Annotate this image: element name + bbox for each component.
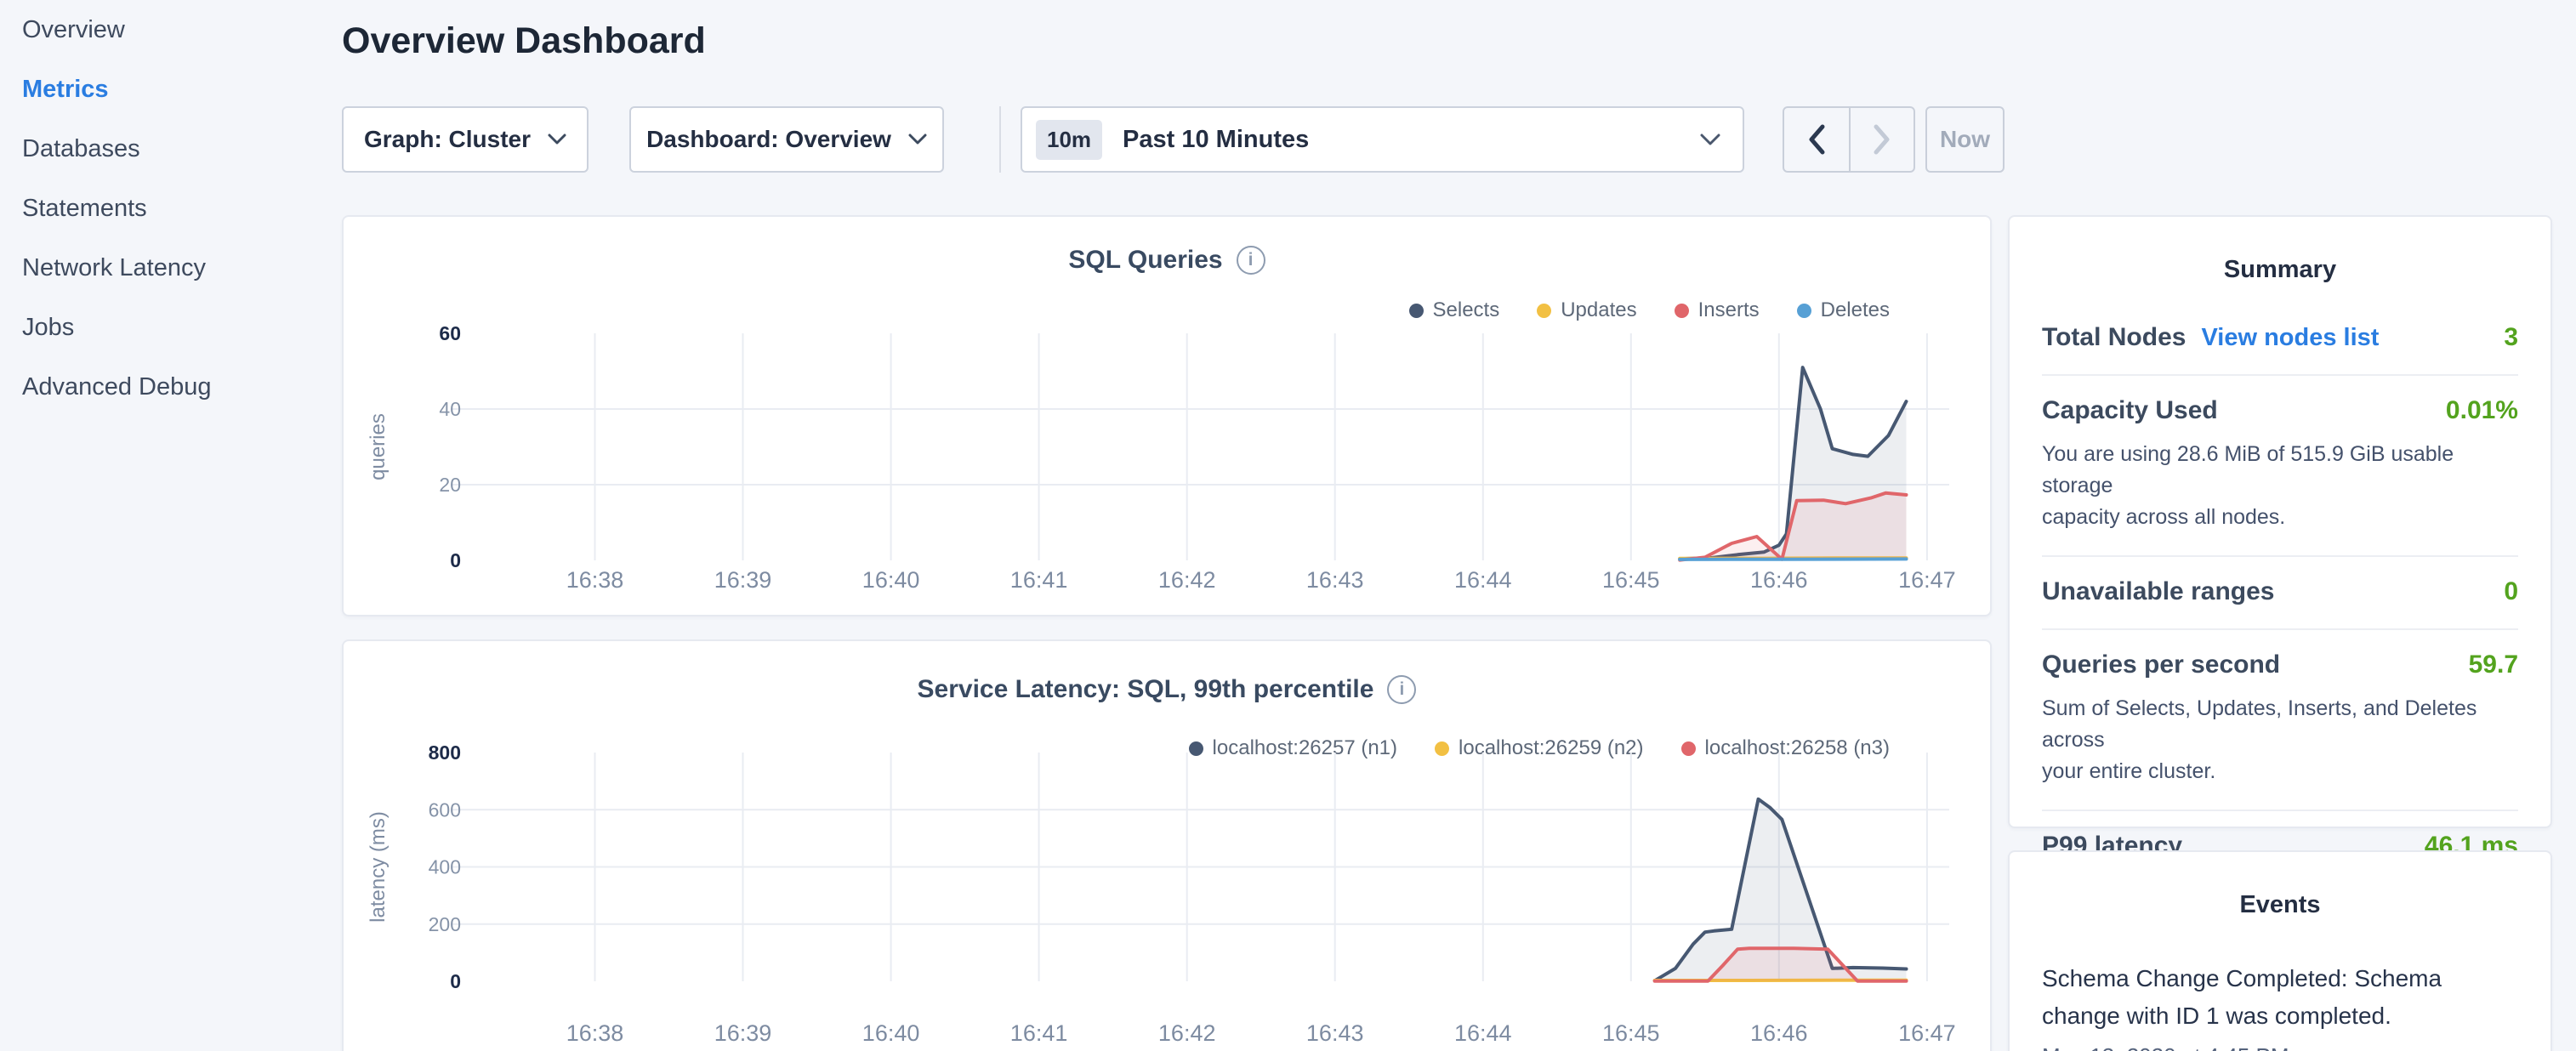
chevron-down-icon: [1700, 134, 1720, 146]
summary-row-subtext: You are using 28.6 MiB of 515.9 GiB usab…: [2042, 439, 2518, 533]
y-axis-tick-label: 800: [429, 741, 461, 764]
controls-divider: [999, 106, 1001, 173]
info-icon[interactable]: i: [1237, 246, 1265, 275]
x-axis-tick-label: 16:39: [714, 567, 772, 593]
sidebar-item-metrics[interactable]: Metrics: [0, 60, 323, 119]
summary-row-label: Queries per second: [2042, 650, 2280, 679]
summary-row-unavailable-ranges: Unavailable ranges 0: [2042, 557, 2518, 630]
summary-row-value: 59.7: [2469, 650, 2518, 679]
chart-card-service-latency: Service Latency: SQL, 99th percentile i …: [342, 639, 1992, 1051]
info-icon[interactable]: i: [1387, 675, 1416, 704]
chevron-left-icon: [1807, 123, 1826, 156]
event-timestamp: May 13, 2020 at 4:45 PM: [2042, 1043, 2518, 1051]
time-step-button-group: [1783, 106, 1915, 173]
time-forward-button[interactable]: [1849, 108, 1914, 171]
summary-row-label: Total Nodes: [2042, 323, 2186, 352]
x-axis-tick-label: 16:44: [1454, 1020, 1512, 1046]
sidebar-item-advanced-debug[interactable]: Advanced Debug: [0, 357, 323, 417]
x-axis-tick-label: 16:47: [1898, 567, 1956, 593]
x-axis-tick-label: 16:43: [1306, 1020, 1364, 1046]
x-axis-tick-label: 16:38: [566, 567, 624, 593]
chevron-down-icon: [548, 134, 566, 145]
graph-scope-dropdown-label: Graph: Cluster: [364, 126, 531, 153]
y-axis-unit-label: latency (ms): [367, 811, 390, 923]
events-panel: Events Schema Change Completed: Schema c…: [2008, 850, 2552, 1051]
event-item[interactable]: Schema Change Completed: Schema change w…: [2042, 960, 2518, 1051]
events-title: Events: [2010, 891, 2550, 919]
y-axis-tick-label: 200: [429, 913, 461, 935]
sidebar-nav-list: OverviewMetricsDatabasesStatementsNetwor…: [0, 0, 323, 417]
series-line-deletes: [1680, 559, 1906, 560]
summary-title: Summary: [2010, 256, 2550, 284]
x-axis-tick-label: 16:41: [1010, 567, 1068, 593]
chart-plot-sql-queries[interactable]: 16:38 16:39 16:40 16:41 16:42 16:43 16:44 16:45…: [344, 302, 1993, 616]
x-axis-tick-label: 16:41: [1010, 1020, 1068, 1046]
graph-scope-dropdown[interactable]: Graph: Cluster: [342, 106, 589, 173]
summary-row-value: 3: [2504, 323, 2518, 352]
x-axis-tick-label: 16:46: [1750, 1020, 1808, 1046]
summary-row-total-nodes: Total Nodes View nodes list 3: [2042, 303, 2518, 376]
summary-row-value: 0.01%: [2446, 396, 2518, 425]
summary-row-label: Capacity Used: [2042, 396, 2218, 425]
sidebar-item-databases[interactable]: Databases: [0, 119, 323, 179]
x-axis-tick-label: 16:42: [1158, 567, 1216, 593]
chart-title-row: SQL Queries i: [344, 246, 1990, 275]
y-axis-tick-label: 40: [439, 398, 461, 420]
time-range-label: Past 10 Minutes: [1123, 126, 1700, 154]
now-button[interactable]: Now: [1925, 106, 2005, 173]
x-axis-tick-label: 16:45: [1602, 567, 1660, 593]
x-axis-tick-label: 16:42: [1158, 1020, 1216, 1046]
summary-row-value: 0: [2504, 577, 2518, 606]
sidebar-item-jobs[interactable]: Jobs: [0, 298, 323, 357]
x-axis-tick-label: 16:39: [714, 1020, 772, 1046]
view-nodes-list-link[interactable]: View nodes list: [2201, 324, 2379, 352]
y-axis-tick-label: 400: [429, 856, 461, 878]
summary-panel: Summary Total Nodes View nodes list 3 Capac…: [2008, 215, 2552, 828]
time-range-badge: 10m: [1036, 120, 1102, 160]
summary-rows: Total Nodes View nodes list 3 Capacity Used…: [2010, 284, 2550, 883]
x-axis-tick-label: 16:46: [1750, 567, 1808, 593]
summary-row-subtext: Sum of Selects, Updates, Inserts, and De…: [2042, 693, 2518, 787]
event-text: Schema Change Completed: Schema change w…: [2042, 960, 2518, 1035]
x-axis-tick-label: 16:45: [1602, 1020, 1660, 1046]
time-range-dropdown[interactable]: 10m Past 10 Minutes: [1021, 106, 1744, 173]
time-back-button[interactable]: [1784, 108, 1849, 171]
chart-card-sql-queries: SQL Queries i SelectsUpdatesInsertsDelet…: [342, 215, 1992, 616]
summary-row-queries-per-second: Queries per second 59.7 Sum of Selects, Up…: [2042, 630, 2518, 811]
chevron-down-icon: [908, 134, 927, 145]
dashboard-dropdown[interactable]: Dashboard: Overview: [629, 106, 944, 173]
y-axis-tick-label: 0: [450, 970, 461, 992]
x-axis-tick-label: 16:43: [1306, 567, 1364, 593]
sidebar: OverviewMetricsDatabasesStatementsNetwor…: [0, 0, 323, 417]
summary-row-label: Unavailable ranges: [2042, 577, 2274, 606]
x-axis-tick-label: 16:44: [1454, 567, 1512, 593]
summary-row-capacity-used: Capacity Used 0.01% You are using 28.6 MiB…: [2042, 376, 2518, 557]
events-list: Schema Change Completed: Schema change w…: [2010, 919, 2550, 1051]
x-axis-tick-label: 16:47: [1898, 1020, 1956, 1046]
metrics-dashboard-page: OverviewMetricsDatabasesStatementsNetwor…: [0, 0, 2576, 1051]
y-axis-tick-label: 0: [450, 549, 461, 571]
sidebar-item-network-latency[interactable]: Network Latency: [0, 238, 323, 298]
y-axis-tick-label: 20: [439, 474, 461, 496]
x-axis-tick-label: 16:38: [566, 1020, 624, 1046]
y-axis-unit-label: queries: [367, 413, 390, 480]
chart-title-row: Service Latency: SQL, 99th percentile i: [344, 675, 1990, 704]
chart-title: SQL Queries: [1068, 246, 1222, 275]
sidebar-item-overview[interactable]: Overview: [0, 0, 323, 60]
x-axis-tick-label: 16:40: [862, 567, 920, 593]
chart-plot-service-latency-sql-99th-percentile[interactable]: 16:38 16:39 16:40 16:41 16:42 16:43 16:44 16:45…: [344, 726, 1993, 1051]
x-axis-tick-label: 16:40: [862, 1020, 920, 1046]
chevron-right-icon: [1873, 123, 1891, 156]
y-axis-tick-label: 600: [429, 798, 461, 821]
sidebar-item-statements[interactable]: Statements: [0, 179, 323, 238]
dashboard-dropdown-label: Dashboard: Overview: [646, 126, 891, 153]
chart-title: Service Latency: SQL, 99th percentile: [918, 675, 1374, 704]
y-axis-tick-label: 60: [439, 322, 461, 344]
page-title: Overview Dashboard: [342, 20, 706, 62]
